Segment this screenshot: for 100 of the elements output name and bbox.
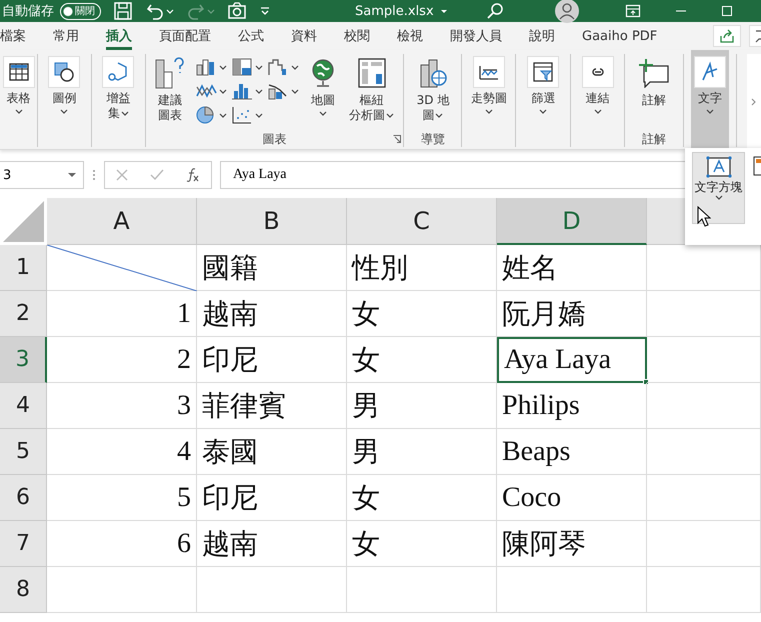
table-cell[interactable]: 阮月嬌 [497,291,647,337]
ribbon-tab[interactable]: 說明 [529,22,555,50]
ribbon-button[interactable]: 圖例 [45,54,84,131]
table-cell[interactable]: 泰國 [197,429,347,475]
caret-icon[interactable] [255,64,264,70]
caret-icon [594,108,602,114]
avatar-icon[interactable] [555,0,579,23]
name-box[interactable]: 3 [0,161,84,189]
column-header[interactable]: D [497,198,647,245]
table-cell[interactable]: 女 [347,521,497,567]
checkmark-icon[interactable] [150,169,164,181]
function-icon[interactable] [186,168,200,182]
customize-icon[interactable] [259,5,271,17]
ribbon-tab[interactable]: Gaaiho PDF [582,22,658,50]
search-icon[interactable] [485,1,505,21]
grip-icon [92,169,96,181]
file-name[interactable]: Sample.xlsx [355,4,434,18]
ribbon-tab[interactable]: 檔案 [0,22,26,50]
table-cell[interactable]: 男 [347,383,497,429]
dropdown-icon[interactable] [67,172,77,178]
camera-icon[interactable] [227,1,247,21]
ribbon-tab[interactable]: 檢視 [397,22,423,50]
row-header[interactable]: 5 [0,429,47,475]
row-header[interactable]: 1 [0,245,47,291]
table-cell[interactable]: 性別 [347,245,497,291]
treemap-icon[interactable] [231,57,254,77]
autosave-label: 自動儲存 [2,3,54,20]
table-cell[interactable]: 6 [47,521,197,567]
ribbon-button[interactable]: 連結 [578,54,617,131]
share-icon [719,28,735,44]
table-cell[interactable]: 2 [47,337,197,383]
table-cell[interactable]: 3 [47,383,197,429]
table-cell[interactable]: 男 [347,429,497,475]
ribbon-tab[interactable]: 校閱 [344,22,370,50]
table-cell[interactable]: 女 [347,337,497,383]
ribbon-button[interactable]: 建議圖表 [152,54,188,131]
ribbon-button[interactable]: 篩選 [524,54,562,131]
ribbon-button[interactable]: 樞紐分析圖 [346,54,398,131]
share-button[interactable] [713,25,741,47]
column-header[interactable]: C [347,198,497,245]
table-cell[interactable]: 5 [47,475,197,521]
table-cell[interactable] [47,245,197,291]
ribbon-tab[interactable]: 資料 [291,22,317,50]
table-cell[interactable]: 國籍 [197,245,347,291]
table-cell[interactable]: 姓名 [497,245,647,291]
caret-icon[interactable] [255,88,264,94]
comments-button[interactable] [749,25,761,47]
caret-icon[interactable] [255,112,264,118]
ribbon-button[interactable]: 走勢圖 [468,54,510,131]
table-cell[interactable]: 印尼 [197,475,347,521]
building-globe-icon [418,57,448,89]
ribbon-tab[interactable]: 開發人員 [450,22,502,50]
table-cell[interactable]: 女 [347,291,497,337]
ribbon-button[interactable]: 註解 [635,54,674,131]
ribbon-tab[interactable]: 公式 [238,22,264,50]
caret-icon [484,108,493,114]
save-icon[interactable] [113,1,133,21]
row-header[interactable]: 6 [0,475,47,521]
table-cell[interactable]: 越南 [197,291,347,337]
caret-icon[interactable] [219,112,228,118]
table-cell[interactable]: 菲律賓 [197,383,347,429]
caret-icon[interactable] [219,64,228,70]
caret-icon [539,108,548,114]
histogram-icon[interactable] [231,81,254,101]
row-header[interactable]: 3 [0,337,47,383]
autosave-toggle[interactable]: 關閉 [60,2,101,20]
ribbon-button[interactable]: 文字方塊 [692,152,745,224]
table-cell[interactable]: 4 [47,429,197,475]
caret-icon [14,108,22,114]
column-header[interactable]: B [197,198,347,245]
row-header[interactable]: 2 [0,291,47,337]
table-cell[interactable]: 陳阿琴 [497,521,647,567]
ribbon-tab[interactable]: 常用 [53,22,79,50]
row-header[interactable]: 7 [0,521,47,567]
caret-icon[interactable] [219,88,228,94]
dialog-launcher-icon[interactable] [393,135,402,143]
caret-icon[interactable] [291,64,300,70]
ribbon-button[interactable]: 表格 [0,54,38,131]
table-cell[interactable]: Coco [497,475,647,521]
ribbon-button[interactable]: 文字 [691,50,730,149]
table-cell[interactable]: 女 [347,475,497,521]
ribbon-button[interactable]: 3D 地圖 [414,54,452,131]
row-header[interactable]: 8 [0,567,47,613]
active-cell[interactable]: Aya Laya [497,337,647,383]
table-cell[interactable]: Philips [497,383,647,429]
ribbon-button[interactable]: 地圖 [306,54,340,131]
ribbon-tab[interactable]: 頁面配置 [159,22,211,50]
chevron-right-icon [751,96,757,106]
column-header[interactable]: A [47,198,197,245]
maximize-icon[interactable] [721,5,733,17]
table-cell[interactable]: 越南 [197,521,347,567]
row-header[interactable]: 4 [0,383,47,429]
scatter-chart-icon[interactable] [231,105,254,125]
table-cell[interactable]: 1 [47,291,197,337]
ribbon-button[interactable]: 增益集 [99,54,138,131]
caret-icon[interactable] [440,8,448,14]
table-cell[interactable]: Beaps [497,429,647,475]
ribbon-display-icon[interactable] [625,3,641,19]
caret-icon[interactable] [291,88,300,94]
table-cell[interactable]: 印尼 [197,337,347,383]
